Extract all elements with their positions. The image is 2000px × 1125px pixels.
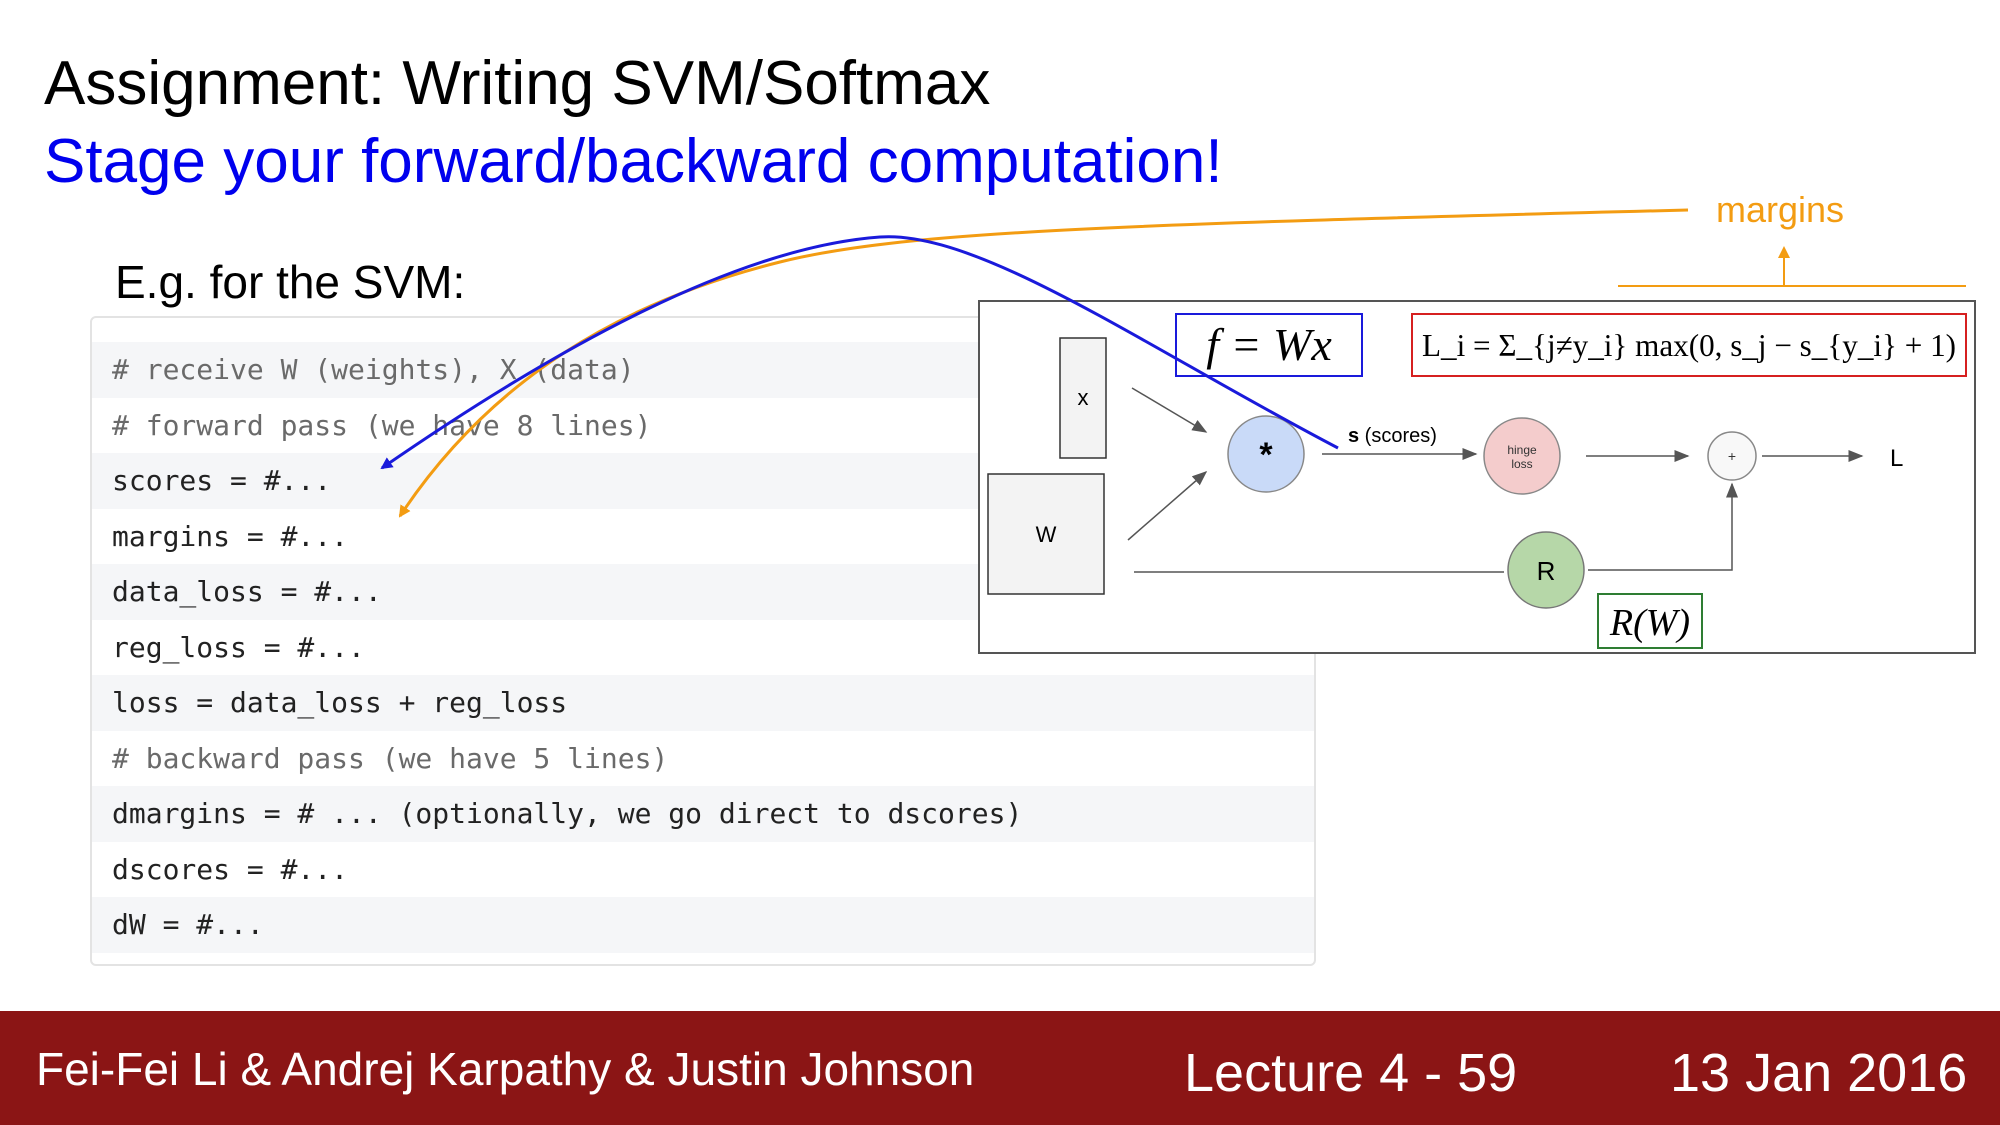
code-line: loss = data_loss + reg_loss [92,675,1314,731]
slide-subtitle: Stage your forward/backward computation! [44,127,1223,196]
hinge-label-line2: loss [1511,457,1532,471]
input-w-label: W [1036,522,1057,547]
code-line: # backward pass (we have 5 lines) [112,741,669,775]
scores-label: s (scores) [1348,425,1437,447]
regularization-label: R [1537,556,1556,586]
plus-label: + [1728,448,1736,464]
footer-bar: Fei-Fei Li & Andrej Karpathy & Justin Jo… [0,1011,2000,1125]
code-line: dscores = #... [112,852,349,886]
example-label: E.g. for the SVM: [115,256,466,308]
hinge-label-line1: hinge [1507,443,1537,457]
multiply-label: * [1259,436,1273,474]
code-line: dmargins = # ... (optionally, we go dire… [92,786,1314,842]
output-l-label: L [1890,445,1903,472]
input-x-label: x [1078,385,1089,410]
formula-li: L_i = Σ_{j≠y_i} max(0, s_j − s_{y_i} + 1… [1422,327,1956,363]
slide-title: Assignment: Writing SVM/Softmax [44,49,991,118]
footer-authors: Fei-Fei Li & Andrej Karpathy & Justin Jo… [36,1043,975,1095]
footer-lecture: Lecture 4 - 59 [1184,1043,1518,1103]
footer-date: 13 Jan 2016 [1670,1043,1968,1103]
code-line: dW = #... [92,897,1314,953]
margins-annotation-label: margins [1716,189,1845,230]
computational-graph: x W * s (scores) hinge loss + L R f = Wx… [978,300,1976,654]
formula-rw: R(W) [1609,602,1690,644]
formula-f: f = Wx [1206,319,1332,370]
